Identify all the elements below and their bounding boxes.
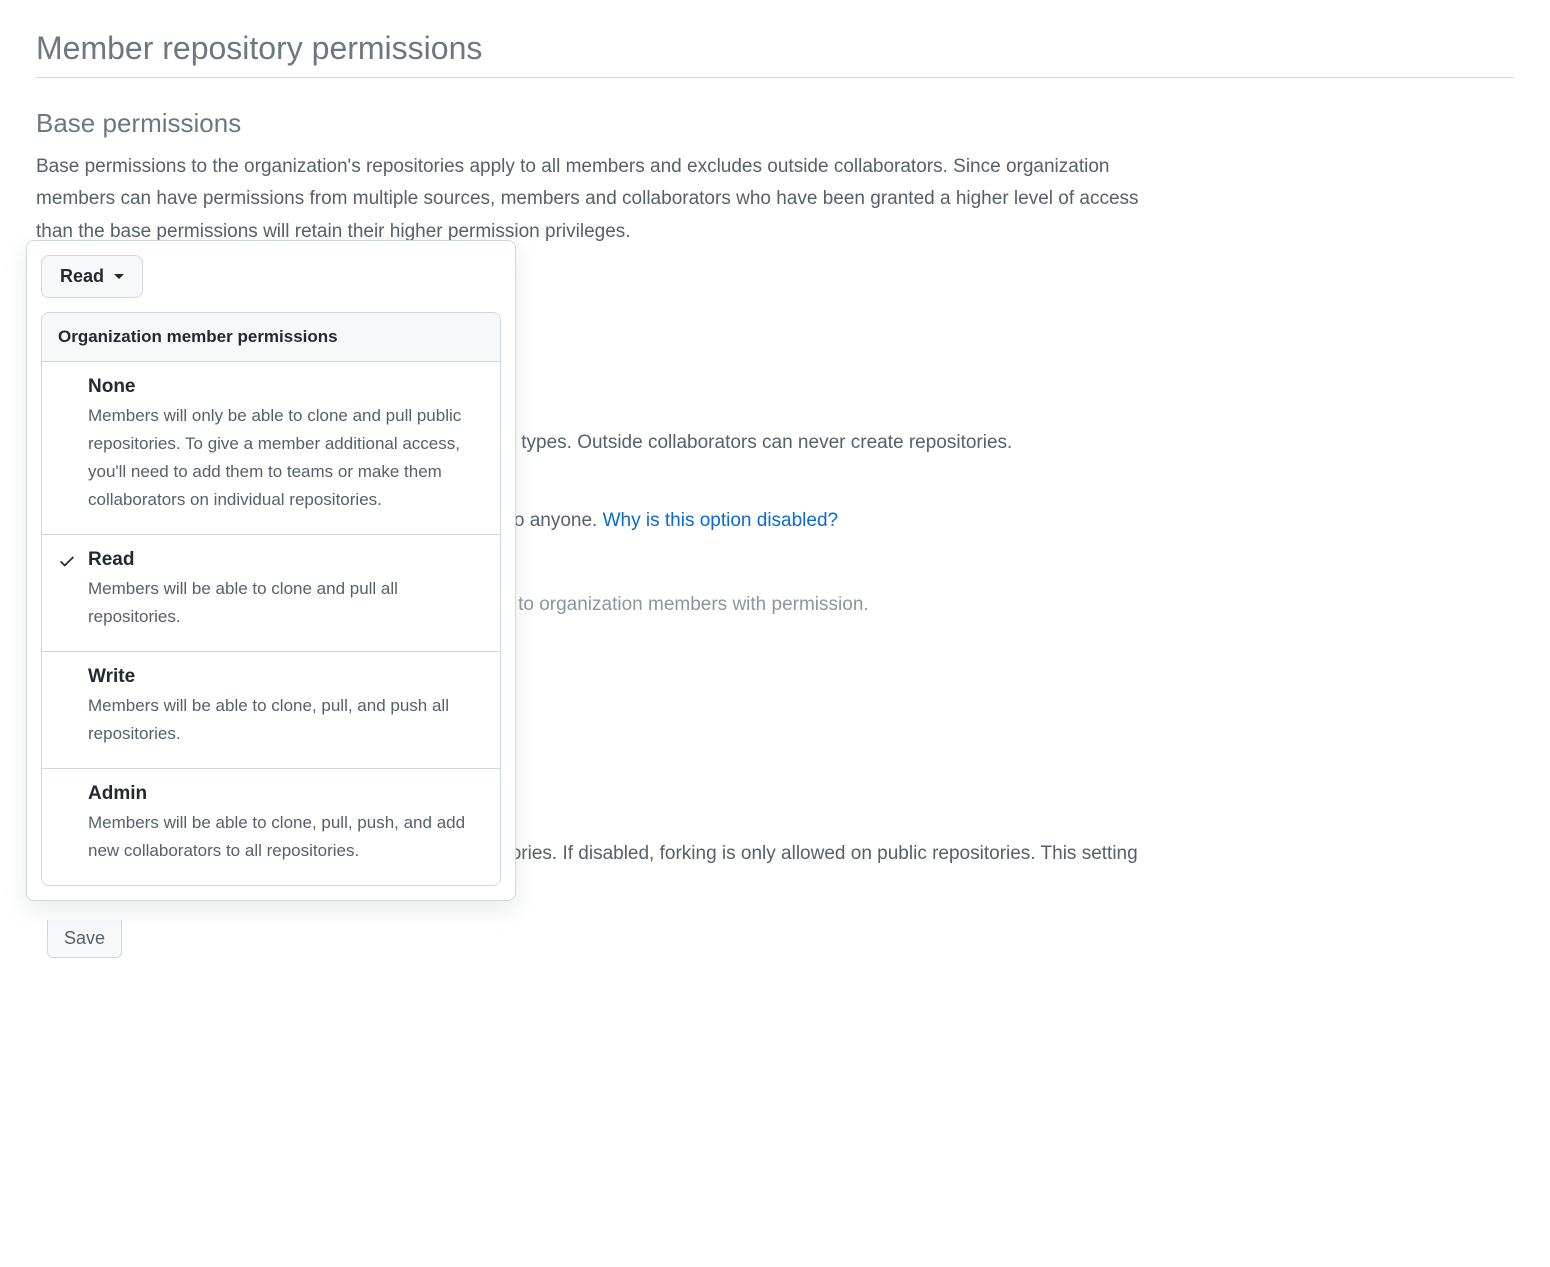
- option-description: Members will only be able to clone and p…: [88, 402, 484, 514]
- check-column: [58, 783, 88, 865]
- base-permissions-description: Base permissions to the organization's r…: [36, 151, 1176, 248]
- option-description: Members will be able to clone and pull a…: [88, 575, 484, 631]
- option-description: Members will be able to clone, pull, and…: [88, 692, 484, 748]
- bg-repo-types-text: ository types. Outside collaborators can…: [460, 432, 1012, 454]
- permission-option-admin[interactable]: Admin Members will be able to clone, pul…: [42, 769, 500, 885]
- bg-visible-anyone-text: isible to anyone. Why is this option dis…: [460, 510, 838, 532]
- permission-dropdown-menu: Organization member permissions None Mem…: [41, 312, 501, 886]
- permission-dropdown-panel: Read Organization member permissions Non…: [26, 240, 516, 901]
- why-disabled-link[interactable]: Why is this option disabled?: [603, 510, 839, 531]
- bg-forking-text: epositories. If disabled, forking is onl…: [460, 838, 1138, 870]
- bg-visible-members-text: visible to organization members with per…: [460, 594, 869, 616]
- dropdown-button-label: Read: [60, 266, 104, 287]
- permission-option-read[interactable]: Read Members will be able to clone and p…: [42, 535, 500, 652]
- page-title: Member repository permissions: [36, 30, 1514, 78]
- option-title: Write: [88, 666, 484, 688]
- check-column: [58, 549, 88, 631]
- option-title: Admin: [88, 783, 484, 805]
- permission-option-write[interactable]: Write Members will be able to clone, pul…: [42, 652, 500, 769]
- permission-option-none[interactable]: None Members will only be able to clone …: [42, 362, 500, 535]
- option-title: None: [88, 376, 484, 398]
- save-button[interactable]: Save: [47, 920, 122, 958]
- dropdown-header: Organization member permissions: [42, 313, 500, 362]
- check-column: [58, 666, 88, 748]
- check-column: [58, 376, 88, 514]
- base-permissions-heading: Base permissions: [36, 108, 1514, 139]
- option-title: Read: [88, 549, 484, 571]
- caret-down-icon: [114, 274, 124, 279]
- permission-dropdown-button[interactable]: Read: [41, 255, 143, 298]
- option-description: Members will be able to clone, pull, pus…: [88, 809, 484, 865]
- check-icon: [58, 552, 76, 570]
